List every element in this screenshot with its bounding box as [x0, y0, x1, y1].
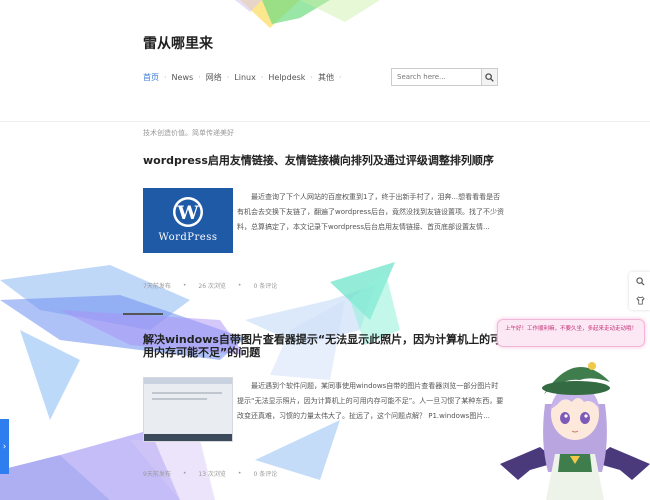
meta-separator: • — [182, 470, 187, 477]
post-views: 26 次浏览 — [198, 283, 226, 290]
post-date: 7天前发布 — [143, 283, 171, 290]
nav-separator: · — [164, 73, 167, 82]
meta-separator: • — [237, 470, 242, 477]
nav-separator: · — [338, 73, 342, 82]
section-divider-line — [123, 313, 163, 315]
post-comments[interactable]: 0 条评论 — [253, 469, 277, 478]
post-thumbnail-wordpress[interactable]: W WordPress — [143, 188, 233, 253]
header-divider — [0, 121, 650, 122]
mascot-character[interactable] — [500, 352, 650, 500]
post-comments[interactable]: 0 条评论 — [253, 281, 277, 290]
post-views: 13 次浏览 — [198, 471, 226, 478]
nav-separator: · — [198, 73, 201, 82]
site-tagline: 技术创造价值。简单传递美好 — [143, 129, 234, 137]
nav-item-linux[interactable]: Linux — [234, 73, 256, 82]
nav-item-helpdesk[interactable]: Helpdesk — [268, 73, 305, 82]
tshirt-icon[interactable] — [635, 296, 645, 305]
wordpress-logo-icon: W — [143, 188, 233, 253]
chevron-right-icon: › — [2, 441, 7, 452]
nav-item-other[interactable]: 其他 — [318, 72, 334, 83]
post-meta: 9天前发布 • 13 次浏览 • 0 条评论 — [143, 469, 277, 478]
search-button[interactable] — [481, 69, 497, 85]
site-title[interactable]: 雷从哪里来 — [143, 33, 213, 53]
meta-separator: • — [182, 282, 187, 289]
main-nav: 首页 · News · 网络 · Linux · Helpdesk · 其他 · — [143, 72, 347, 83]
search-icon — [485, 72, 494, 82]
search-box — [391, 68, 498, 86]
side-toolbar — [629, 272, 650, 310]
nav-separator: · — [226, 73, 230, 82]
search-input[interactable] — [392, 69, 481, 85]
post-date: 9天前发布 — [143, 471, 171, 478]
nav-item-network[interactable]: 网络 — [206, 72, 222, 83]
meta-separator: • — [237, 282, 242, 289]
svg-text:W: W — [176, 202, 199, 224]
left-expand-tab[interactable]: › — [0, 419, 9, 474]
nav-separator: · — [310, 73, 313, 82]
search-icon[interactable] — [635, 277, 645, 286]
post-excerpt: 最近查询了下个人网站的百度权重到1了，终于出新手村了，泪奔...想看看看是否有机… — [237, 193, 504, 231]
post-title[interactable]: wordpress启用友情链接、友情链接横向排列及通过评级调整排列顺序 — [143, 154, 494, 167]
nav-item-home[interactable]: 首页 — [143, 72, 159, 83]
post-title[interactable]: 解决windows自带图片查看器提示“无法显示此照片，因为计算机上的可用内存可能… — [143, 333, 508, 359]
post-thumbnail-screenshot[interactable] — [143, 377, 233, 442]
nav-separator: · — [260, 73, 264, 82]
mascot-speech-bubble: 上午好！工作顺利嘛，不要久坐，多起来走动走动哦！ — [497, 319, 645, 347]
post-excerpt: 最近遇到个软件问题，某同事使用windows自带的图片查看器浏览一部分图片时提示… — [237, 382, 504, 420]
nav-item-news[interactable]: News — [172, 73, 194, 82]
wordpress-wordmark: WordPress — [158, 232, 218, 243]
post-meta: 7天前发布 • 26 次浏览 • 0 条评论 — [143, 281, 277, 290]
